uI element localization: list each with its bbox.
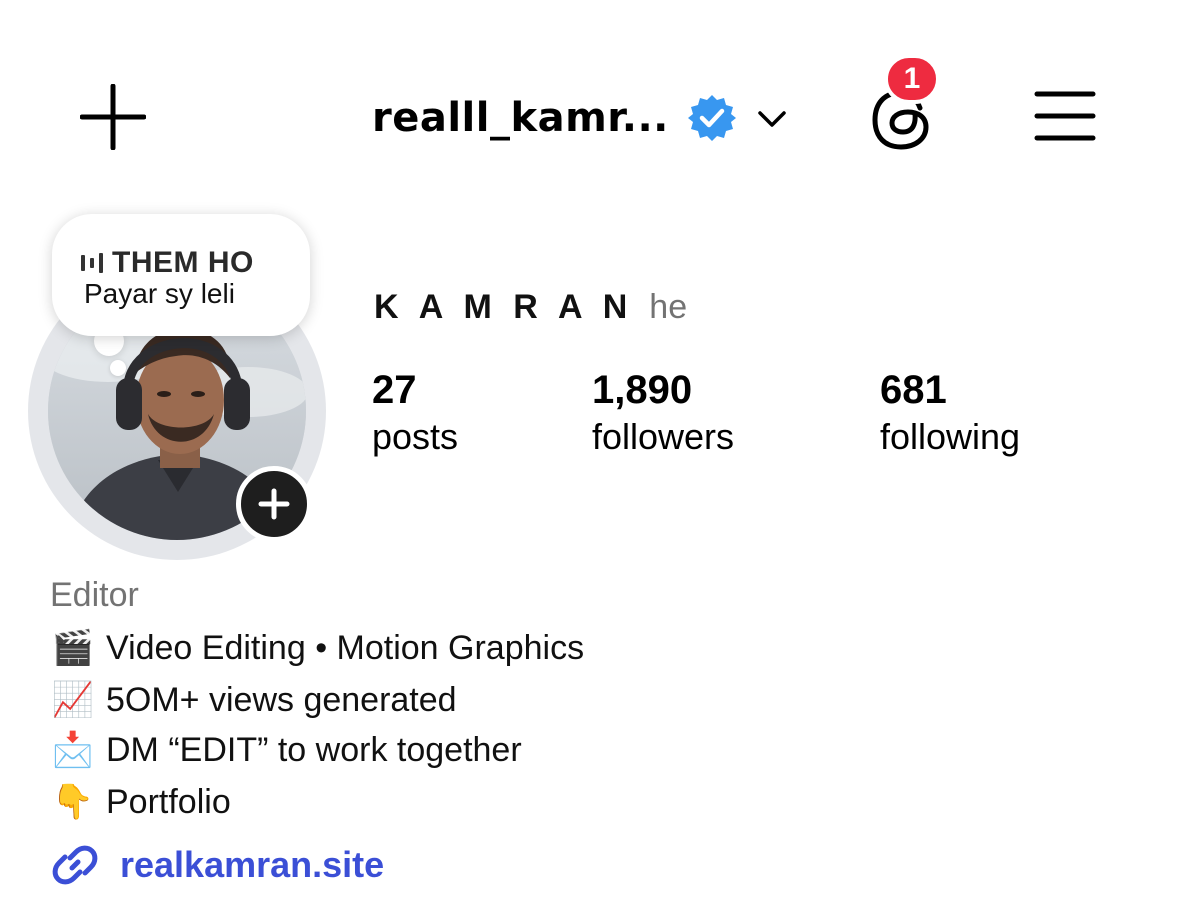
display-name-row: K A M R A N he: [374, 288, 687, 327]
account-switcher[interactable]: realll_kamr...: [372, 88, 789, 148]
verified-badge-icon: [687, 95, 736, 141]
hamburger-menu-icon: [1034, 91, 1096, 141]
add-story-button[interactable]: [236, 466, 312, 542]
note-song-title: THEM HO: [112, 246, 254, 279]
envelope-arrow-icon: 📩: [51, 730, 95, 770]
note-tail-small: [110, 360, 126, 376]
plus-icon: [80, 84, 146, 150]
username: realll_kamr...: [372, 95, 669, 141]
stat-posts[interactable]: 27 posts: [372, 366, 458, 460]
bio-text: 5OM+ views generated: [106, 680, 457, 719]
bio-text: DM “EDIT” to work together: [106, 730, 522, 769]
bio-text: Portfolio: [106, 782, 231, 821]
stat-label: posts: [372, 416, 459, 457]
display-name: K A M R A N: [374, 288, 634, 326]
bio-line: 📈 5OM+ views generated: [48, 680, 457, 720]
link-icon: [52, 845, 98, 885]
bio-line: 🎬 Video Editing • Motion Graphics: [48, 628, 584, 668]
website-link[interactable]: realkamran.site: [50, 840, 384, 890]
stat-value: 681: [880, 368, 947, 412]
stat-following[interactable]: 681 following: [880, 366, 1020, 460]
chevron-down-icon: [758, 111, 786, 127]
menu-button[interactable]: [1034, 88, 1096, 144]
bio-line: 👇 Portfolio: [48, 782, 231, 822]
notification-badge: 1: [884, 54, 940, 104]
music-bars-icon: [81, 253, 103, 273]
clapper-board-icon: 🎬: [51, 628, 95, 668]
pointing-down-icon: 👇: [51, 782, 95, 822]
stat-followers[interactable]: 1,890 followers: [592, 366, 734, 460]
stat-label: following: [880, 416, 1021, 457]
stat-label: followers: [592, 416, 735, 457]
plus-icon: [258, 488, 290, 520]
note-text: Payar sy leli: [84, 278, 235, 309]
bio-text: Video Editing • Motion Graphics: [106, 628, 585, 667]
bio-line: 📩 DM “EDIT” to work together: [48, 730, 522, 770]
website-link-text: realkamran.site: [120, 844, 385, 885]
create-plus-button[interactable]: [80, 84, 146, 150]
note-music: THEM HO: [80, 246, 280, 280]
pronouns: he: [649, 288, 688, 326]
chart-increasing-icon: 📈: [51, 680, 95, 720]
profile-category: Editor: [50, 576, 139, 614]
stat-value: 1,890: [592, 368, 693, 412]
stat-value: 27: [372, 368, 417, 412]
